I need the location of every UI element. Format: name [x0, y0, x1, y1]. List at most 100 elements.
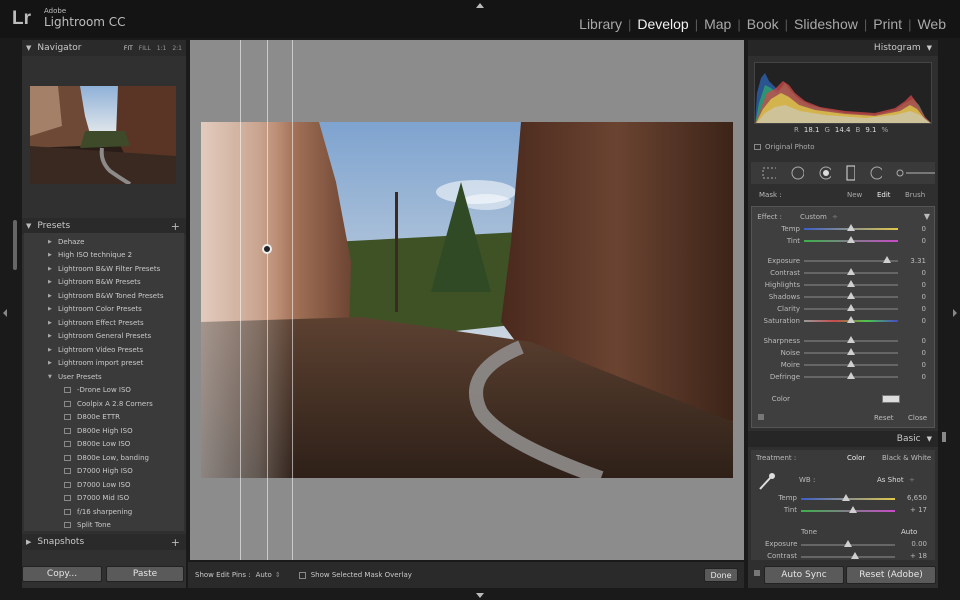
treatment-color[interactable]: Color [847, 454, 865, 462]
snapshots-header[interactable]: ▶ Snapshots + [22, 534, 186, 550]
slider-value[interactable]: 0 [896, 281, 926, 289]
copy-button[interactable]: Copy... [22, 566, 102, 582]
radial-filter-icon[interactable] [869, 165, 883, 181]
zoom-2-1[interactable]: 2:1 [172, 45, 182, 52]
basic-header[interactable]: Basic ▼ [748, 431, 938, 447]
show-pins-select[interactable]: Auto [256, 571, 272, 579]
preset-folder[interactable]: ▶ High ISO technique 2 [48, 248, 132, 261]
add-snapshot-icon[interactable]: + [171, 536, 180, 549]
slider-thumb[interactable] [849, 506, 857, 513]
slider-thumb[interactable] [847, 236, 855, 243]
preset-item[interactable]: f/16 sharpening [64, 505, 132, 518]
slider-thumb[interactable] [847, 316, 855, 323]
slider-thumb[interactable] [842, 494, 850, 501]
slider-value[interactable]: 0 [896, 361, 926, 369]
module-web[interactable]: Web [911, 16, 952, 32]
preset-item[interactable]: Coolpix A 2.8 Corners [64, 397, 153, 410]
preset-item[interactable]: Split Tone [64, 518, 111, 531]
preset-item[interactable]: D7000 Low ISO [64, 478, 130, 491]
preset-folder[interactable]: ▶ Lightroom B&W Presets [48, 275, 141, 288]
module-slideshow[interactable]: Slideshow [788, 16, 864, 32]
preset-item[interactable]: -Drone Low ISO [64, 383, 131, 396]
histogram[interactable] [754, 62, 932, 124]
module-print[interactable]: Print [867, 16, 908, 32]
collapse-right-icon[interactable] [953, 309, 957, 317]
preset-item[interactable]: D800e Low, banding [64, 451, 149, 464]
slider-value[interactable]: 0 [896, 293, 926, 301]
slider-thumb[interactable] [847, 292, 855, 299]
collapse-top-icon[interactable] [476, 3, 484, 8]
slider-thumb[interactable] [882, 256, 891, 263]
collapse-triangle-icon[interactable]: ▼ [924, 212, 930, 221]
zoom-fill[interactable]: FILL [139, 45, 151, 52]
preset-folder[interactable]: ▼ User Presets [48, 370, 102, 383]
preset-folder[interactable]: ▶ Lightroom Effect Presets [48, 316, 144, 329]
preset-folder[interactable]: ▶ Lightroom General Presets [48, 329, 151, 342]
slider-value[interactable]: 0 [896, 225, 926, 233]
slider-value[interactable]: 0 [896, 269, 926, 277]
preset-folder[interactable]: ▶ Lightroom Color Presets [48, 302, 142, 315]
collapse-bottom-icon[interactable] [476, 593, 484, 598]
crop-icon[interactable] [761, 166, 777, 180]
graduated-filter-icon[interactable] [845, 165, 855, 181]
slider-thumb[interactable] [851, 552, 859, 559]
slider-value[interactable]: 0 [896, 237, 926, 245]
module-library[interactable]: Library [573, 16, 628, 32]
wb-select[interactable]: As Shot [877, 476, 904, 484]
preset-folder[interactable]: ▶ Lightroom B&W Toned Presets [48, 289, 163, 302]
preset-item[interactable]: D800e Low ISO [64, 437, 130, 450]
red-eye-icon[interactable] [818, 165, 831, 181]
preset-item[interactable]: D800e ETTR [64, 410, 120, 423]
slider-value[interactable]: 3.31 [896, 257, 926, 265]
slider-thumb[interactable] [847, 360, 855, 367]
adjustment-brush-icon[interactable] [896, 168, 935, 178]
edit-pin[interactable] [262, 244, 272, 254]
basic-tint-value[interactable]: + 17 [910, 506, 927, 514]
slider-thumb[interactable] [847, 304, 855, 311]
paste-button[interactable]: Paste [106, 566, 184, 582]
zoom-fit[interactable]: FIT [124, 45, 133, 52]
zoom-1-1[interactable]: 1:1 [157, 45, 167, 52]
slider-value[interactable]: 0 [896, 305, 926, 313]
auto-sync-button[interactable]: Auto Sync [764, 566, 844, 584]
preset-folder[interactable]: ▶ Lightroom import preset [48, 356, 143, 369]
navigator-preview[interactable] [30, 86, 176, 186]
basic-tint-slider[interactable] [801, 510, 895, 512]
navigator-header[interactable]: ▼ Navigator FIT FILL 1:1 2:1 [22, 40, 186, 56]
original-photo-toggle[interactable]: Original Photo [754, 143, 815, 151]
slider-value[interactable]: 0 [896, 373, 926, 381]
presets-header[interactable]: ▼ Presets + [22, 218, 186, 234]
preset-folder[interactable]: ▶ Lightroom B&W Filter Presets [48, 262, 160, 275]
mask-brush[interactable]: Brush [905, 191, 925, 199]
white-balance-eyedropper-icon[interactable] [757, 472, 775, 492]
collapse-left-icon[interactable] [3, 309, 7, 317]
color-swatch[interactable] [882, 395, 900, 403]
module-book[interactable]: Book [741, 16, 785, 32]
tone-auto-button[interactable]: Auto [901, 528, 917, 536]
original-photo-checkbox[interactable] [754, 144, 761, 150]
slider-thumb[interactable] [847, 268, 855, 275]
treatment-bw[interactable]: Black & White [882, 454, 931, 462]
left-panel-scrollbar[interactable] [13, 220, 17, 270]
preset-folder[interactable]: ▶ Lightroom Video Presets [48, 343, 143, 356]
slider-thumb[interactable] [847, 224, 855, 231]
mask-overlay-checkbox[interactable] [298, 571, 306, 579]
preset-item[interactable]: D7000 High ISO [64, 464, 133, 477]
add-preset-icon[interactable]: + [171, 220, 180, 233]
slider-thumb[interactable] [847, 280, 855, 287]
basic-temp-value[interactable]: 6,650 [907, 494, 927, 502]
effect-select[interactable]: Custom [800, 213, 827, 221]
mask-new[interactable]: New [847, 191, 862, 199]
histogram-header[interactable]: Histogram ▼ [748, 40, 938, 56]
basic-exposure-value[interactable]: 0.00 [911, 540, 927, 548]
basic-contrast-slider[interactable] [801, 556, 895, 558]
sync-switch-icon[interactable] [754, 570, 760, 576]
slider-thumb[interactable] [847, 348, 855, 355]
preset-item[interactable]: D7000 Mid ISO [64, 491, 129, 504]
preset-folder[interactable]: ▶ Dehaze [48, 235, 84, 248]
reset-button[interactable]: Reset [874, 414, 894, 422]
slider-thumb[interactable] [844, 540, 852, 547]
mask-edit[interactable]: Edit [877, 191, 891, 199]
module-map[interactable]: Map [698, 16, 737, 32]
spot-removal-icon[interactable] [790, 165, 804, 181]
